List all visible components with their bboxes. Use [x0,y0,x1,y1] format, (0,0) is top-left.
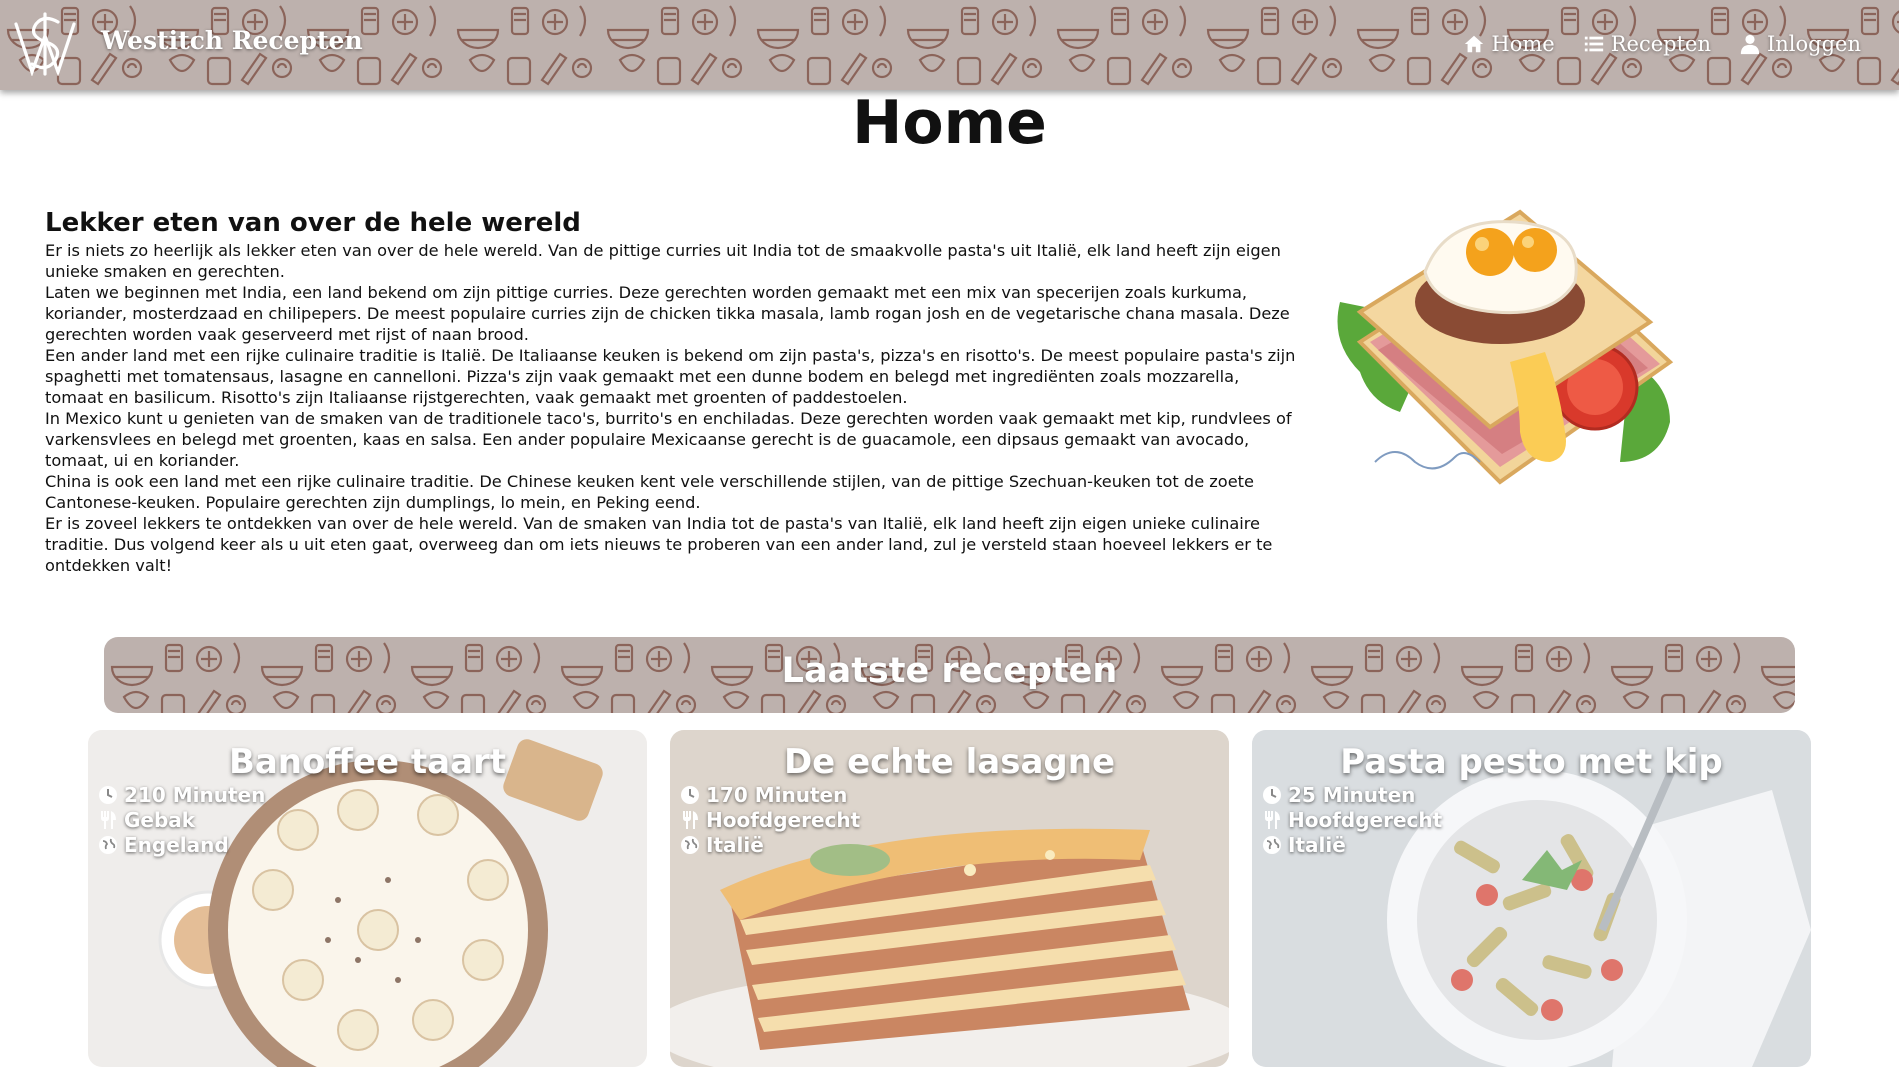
meta-country: Italië [1262,832,1442,857]
user-icon [1740,34,1760,55]
meta-country-text: Italië [706,832,764,857]
card-meta: 170 Minuten Hoofdgerecht Italië [680,782,860,857]
recipe-card-banoffee[interactable]: Banoffee taart 210 Minuten Gebak Engelan… [88,730,647,1067]
page-title: Home [852,88,1047,158]
recipe-card-lasagne[interactable]: De echte lasagne 170 Minuten Hoofdgerech… [670,730,1229,1067]
nav-home[interactable]: Home [1463,32,1555,56]
intro-paragraph: Er is zoveel lekkers te ontdekken van ov… [45,514,1273,575]
meta-category: Gebak [98,807,265,832]
intro-paragraph: Laten we beginnen met India, een land be… [45,283,1290,344]
list-icon [1584,36,1603,52]
clock-icon [99,785,117,804]
nav-recepten[interactable]: Recepten [1583,32,1711,56]
card-title: Pasta pesto met kip [1340,742,1723,782]
latest-recipes-banner: Laatste recepten [104,637,1795,713]
meta-category-text: Gebak [124,807,196,832]
recipe-card-pasta-pesto[interactable]: Pasta pesto met kip 25 Minuten Hoofdgere… [1252,730,1811,1067]
top-navbar: Westitch Recepten Home Recepten Inloggen [0,0,1899,90]
card-title: Banoffee taart [228,742,507,782]
nav-inloggen-label: Inloggen [1766,32,1861,56]
recipe-card-list: Banoffee taart 210 Minuten Gebak Engelan… [88,730,1812,1070]
meta-category: Hoofdgerecht [680,807,860,832]
card-meta: 210 Minuten Gebak Engeland [98,782,265,857]
card-title: De echte lasagne [783,742,1116,782]
site-title[interactable]: Westitch Recepten [101,26,363,55]
meta-time: 210 Minuten [98,782,265,807]
clock-icon [1263,785,1281,804]
meta-time-text: 25 Minuten [1288,782,1416,807]
meta-country-text: Italië [1288,832,1346,857]
utensils-icon [101,810,116,829]
nav-home-label: Home [1491,32,1555,56]
globe-icon [681,835,699,854]
meta-time-text: 210 Minuten [124,782,266,807]
meta-time: 25 Minuten [1262,782,1442,807]
meta-category: Hoofdgerecht [1262,807,1442,832]
globe-icon [99,835,117,854]
card-meta: 25 Minuten Hoofdgerecht Italië [1262,782,1442,857]
nav-recepten-label: Recepten [1610,32,1711,56]
intro-paragraph: In Mexico kunt u genieten van de smaken … [45,409,1292,470]
intro-text: Er is niets zo heerlijk als lekker eten … [45,240,1300,576]
meta-time-text: 170 Minuten [706,782,848,807]
clock-icon [681,785,699,804]
meta-time: 170 Minuten [680,782,860,807]
sandwich-illustration [1337,209,1674,485]
meta-category-text: Hoofdgerecht [1288,807,1443,832]
globe-icon [1263,835,1281,854]
utensils-icon [683,810,698,829]
intro-paragraph: Er is niets zo heerlijk als lekker eten … [45,241,1281,281]
intro-heading: Lekker eten van over de hele wereld [45,208,581,238]
intro-paragraph: Een ander land met een rijke culinaire t… [45,346,1296,407]
intro-paragraph: China is ook een land met een rijke culi… [45,472,1254,512]
home-icon [1465,35,1484,53]
meta-country-text: Engeland [124,832,229,857]
meta-country: Italië [680,832,860,857]
utensils-icon [1265,810,1280,829]
site-logo[interactable] [12,10,78,76]
meta-category-text: Hoofdgerecht [706,807,861,832]
latest-recipes-title: Laatste recepten [781,651,1118,691]
meta-country: Engeland [98,832,265,857]
nav-inloggen[interactable]: Inloggen [1739,32,1861,56]
main-nav: Home Recepten Inloggen [1463,32,1861,56]
